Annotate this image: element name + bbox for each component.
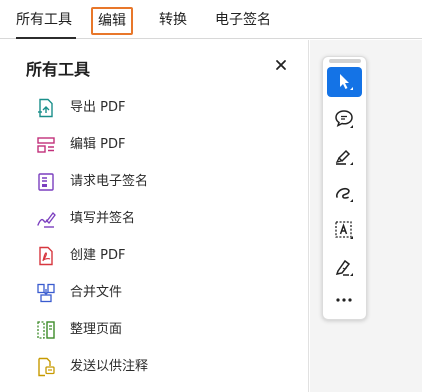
tool-export-pdf[interactable]: 导出 PDF [36,96,286,120]
export-pdf-icon [38,98,53,118]
fill-sign-icon [37,212,56,228]
panel-title: 所有工具 [26,60,91,79]
tool-label: 编辑 PDF [70,137,126,152]
combine-files-icon [37,283,55,303]
freehand-draw-icon [336,187,353,202]
tool-send-for-comment[interactable]: 发送以供注释 [36,355,286,379]
toolbar-drag-handle[interactable] [329,59,361,63]
tab-edit[interactable]: 编辑 [91,7,133,35]
sign-icon [335,259,353,276]
more-tools-button[interactable] [327,285,362,315]
highlight-icon [335,149,353,165]
tab-all-tools[interactable]: 所有工具 [16,10,72,30]
sign-tool-button[interactable] [327,252,362,282]
comment-tool-button[interactable] [327,104,362,134]
request-esign-icon [38,173,54,191]
top-tab-bar: 所有工具 编辑 转换 电子签名 [0,0,422,39]
all-tools-panel: 所有工具 导出 PDF 编辑 PDF 请求电子签名 填写并签名 创建 PDF 合… [0,40,309,392]
highlight-tool-button[interactable] [327,141,362,171]
tab-all-tools-underline [16,37,76,39]
draw-tool-button[interactable] [327,178,362,208]
tool-label: 创建 PDF [70,248,126,263]
tool-label: 发送以供注释 [70,359,149,374]
tool-request-esign[interactable]: 请求电子签名 [36,170,286,194]
tool-organize-pages[interactable]: 整理页面 [36,318,286,342]
tool-label: 导出 PDF [70,100,126,115]
tool-label: 填写并签名 [70,211,136,226]
create-pdf-icon [39,246,53,266]
tool-label: 合并文件 [70,285,123,300]
select-tool-button[interactable] [327,67,362,97]
tool-fill-sign[interactable]: 填写并签名 [36,207,286,231]
select-cursor-icon [340,74,353,90]
tool-create-pdf[interactable]: 创建 PDF [36,244,286,268]
text-tool-button[interactable] [327,215,362,245]
tool-edit-pdf[interactable]: 编辑 PDF [36,133,286,157]
tab-convert[interactable]: 转换 [159,10,187,30]
quick-tools-bar [322,56,367,320]
edit-pdf-icon [37,137,55,153]
tool-combine-files[interactable]: 合并文件 [36,281,286,305]
add-comment-icon [335,110,353,128]
send-comment-icon [38,357,55,377]
organize-pages-icon [37,321,55,339]
close-icon [276,60,286,70]
tab-e-sign[interactable]: 电子签名 [215,10,271,30]
tool-label: 整理页面 [70,322,123,337]
tool-label: 请求电子签名 [70,174,149,189]
close-button[interactable] [273,57,289,73]
add-text-icon [335,221,353,239]
more-icon [336,298,352,302]
